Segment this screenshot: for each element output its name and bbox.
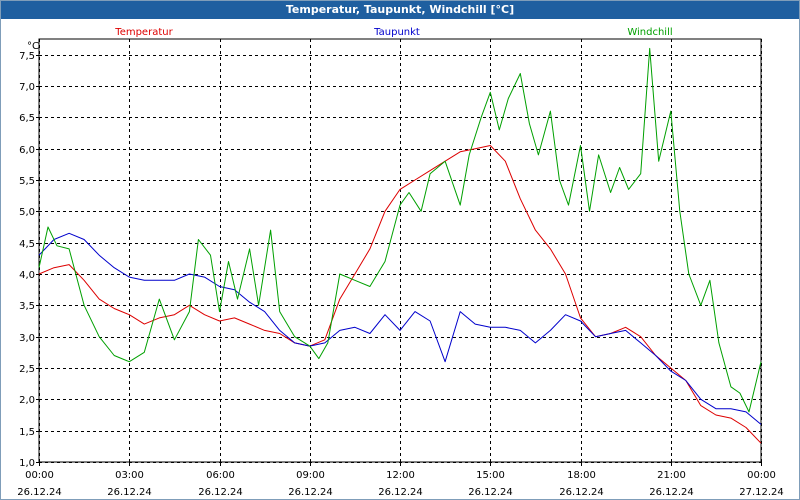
x-tick-date: 26.12.24	[649, 487, 694, 498]
y-tick-label: 2,0	[19, 395, 35, 406]
x-tick-time: 15:00	[476, 470, 505, 481]
x-tick-time: 12:00	[386, 470, 415, 481]
y-axis-label: °C	[27, 41, 39, 52]
x-tick-time: 09:00	[296, 470, 325, 481]
x-tick-date: 26.12.24	[559, 487, 604, 498]
y-tick-label: 4,0	[19, 270, 35, 281]
legend-item-temperatur: Temperatur	[114, 27, 173, 38]
x-tick-date: 26.12.24	[17, 487, 62, 498]
y-tick-label: 3,0	[19, 333, 35, 344]
legend-item-windchill: Windchill	[627, 27, 672, 38]
x-tick-time: 00:00	[25, 470, 54, 481]
y-tick-label: 1,0	[19, 458, 35, 469]
x-tick-time: 00:00	[747, 470, 776, 481]
y-tick-label: 5,5	[19, 176, 35, 187]
y-tick-label: 2,5	[19, 364, 35, 375]
x-tick-date: 26.12.24	[378, 487, 423, 498]
x-tick-time: 18:00	[567, 470, 596, 481]
x-tick-time: 06:00	[206, 470, 235, 481]
y-tick-label: 7,0	[19, 82, 35, 93]
x-tick-date: 27.12.24	[739, 487, 784, 498]
x-tick-date: 26.12.24	[468, 487, 513, 498]
x-tick-time: 03:00	[115, 470, 144, 481]
chart-window: Temperatur, Taupunkt, Windchill [°C] 1,0…	[0, 0, 800, 500]
y-tick-label: 7,5	[19, 51, 35, 62]
line-chart: 1,0 1,5 2,0 2,5 3,0 3,5 4,0 4,5 5,0 5,5 6,0 6,5 7,0 7…	[17, 27, 784, 498]
x-tick-date: 26.12.24	[288, 487, 333, 498]
y-tick-label: 1,5	[19, 427, 35, 438]
x-tick-date: 26.12.24	[198, 487, 243, 498]
series-line-temperatur	[38, 145, 762, 444]
legend-item-taupunkt: Taupunkt	[373, 27, 420, 38]
x-tick-time: 21:00	[657, 470, 686, 481]
y-tick-label: 4,5	[19, 239, 35, 250]
y-tick-label: 5,0	[19, 207, 35, 218]
y-tick-label: 6,0	[19, 145, 35, 156]
y-tick-label: 6,5	[19, 113, 35, 124]
y-tick-label: 3,5	[19, 301, 35, 312]
x-tick-date: 26.12.24	[107, 487, 152, 498]
